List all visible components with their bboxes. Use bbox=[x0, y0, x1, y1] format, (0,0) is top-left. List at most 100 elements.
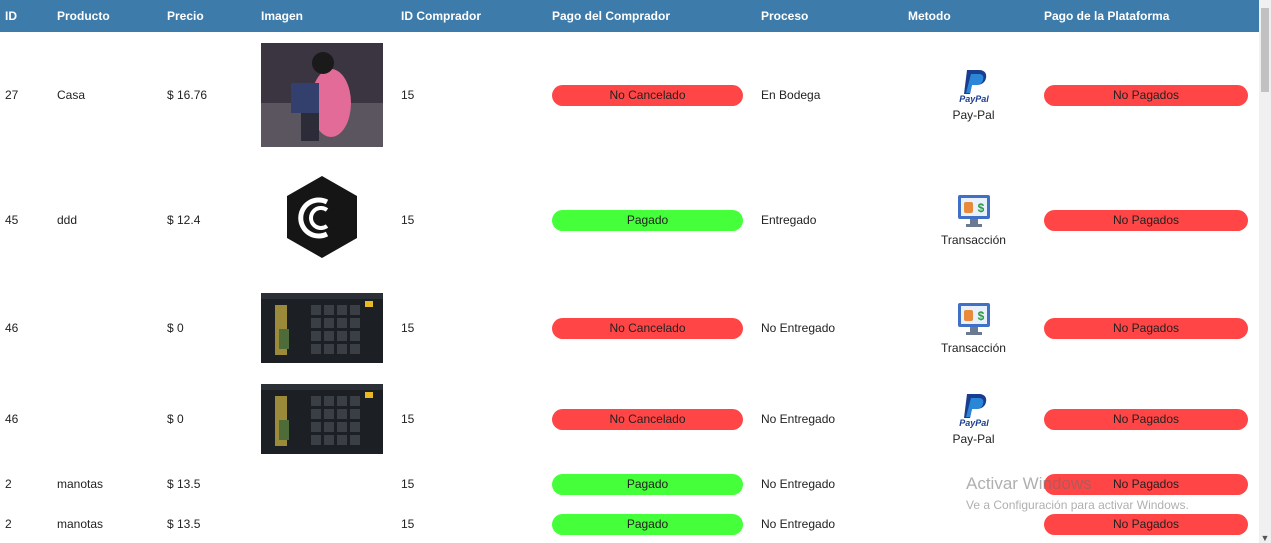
cell-producto: Casa bbox=[57, 88, 86, 102]
cell-proceso: No Entregado bbox=[761, 477, 836, 491]
payment-method-label: Transacción bbox=[941, 341, 1006, 355]
platform-payment-status-badge[interactable]: No Pagados bbox=[1044, 317, 1248, 339]
cell-metodo bbox=[903, 504, 1039, 543]
cell-proceso: Entregado bbox=[761, 213, 817, 227]
table-row[interactable]: 46 $ 0 15 No Cancelado No Entregado $ Transacc… bbox=[0, 282, 1259, 374]
cell-metodo: PayPal Pay-Pal bbox=[903, 374, 1039, 464]
paypal-logo-text: PayPal bbox=[959, 94, 989, 104]
cell-imagen bbox=[256, 158, 396, 282]
product-game-screenshot bbox=[261, 293, 383, 363]
cell-id: 2 bbox=[5, 517, 12, 531]
cell-precio: $ 12.4 bbox=[167, 213, 201, 227]
column-header[interactable]: Metodo bbox=[903, 0, 1039, 32]
column-header[interactable]: Precio bbox=[162, 0, 256, 32]
cell-id-comprador: 15 bbox=[401, 88, 415, 102]
buyer-payment-status-badge[interactable]: Pagado bbox=[552, 209, 743, 231]
table-header-row: ID Producto Precio Imagen ID Comprador P… bbox=[0, 0, 1259, 32]
column-header[interactable]: Pago del Comprador bbox=[547, 0, 756, 32]
cell-precio: $ 16.76 bbox=[167, 88, 208, 102]
cell-precio: $ 13.5 bbox=[167, 477, 201, 491]
buyer-payment-status-badge[interactable]: No Cancelado bbox=[552, 317, 743, 339]
column-header[interactable]: Pago de la Plataforma bbox=[1039, 0, 1259, 32]
transfer-icon: $ bbox=[957, 303, 990, 335]
cell-imagen bbox=[256, 504, 396, 543]
cell-pago-plataforma: No Pagados bbox=[1039, 464, 1259, 504]
cell-producto bbox=[52, 282, 162, 374]
orders-table-container: ID Producto Precio Imagen ID Comprador P… bbox=[0, 0, 1259, 543]
orders-table: ID Producto Precio Imagen ID Comprador P… bbox=[0, 0, 1259, 543]
cell-imagen bbox=[256, 32, 396, 158]
cell-producto: manotas bbox=[57, 517, 104, 531]
cell-precio: $ 0 bbox=[167, 412, 184, 426]
cell-id: 46 bbox=[5, 321, 19, 335]
table-row[interactable]: 27 Casa $ 16.76 15 No Cancelado En Bodega PayP… bbox=[0, 32, 1259, 158]
cell-id: 27 bbox=[5, 88, 19, 102]
platform-payment-status-badge[interactable]: No Pagados bbox=[1044, 84, 1248, 106]
cell-proceso: En Bodega bbox=[761, 88, 821, 102]
cell-id-comprador: 15 bbox=[401, 412, 415, 426]
column-header[interactable]: Imagen bbox=[256, 0, 396, 32]
platform-payment-status-badge[interactable]: No Pagados bbox=[1044, 513, 1248, 535]
cell-metodo bbox=[903, 464, 1039, 504]
cell-pago-plataforma: No Pagados bbox=[1039, 158, 1259, 282]
cell-id-comprador: 15 bbox=[401, 477, 415, 491]
cell-precio: $ 0 bbox=[167, 321, 184, 335]
cell-pago-plataforma: No Pagados bbox=[1039, 504, 1259, 543]
platform-payment-status-badge[interactable]: No Pagados bbox=[1044, 408, 1248, 430]
cell-proceso: No Entregado bbox=[761, 321, 836, 335]
scroll-down-arrow-icon[interactable]: ▼ bbox=[1260, 533, 1270, 543]
cell-pago-comprador: No Cancelado bbox=[547, 374, 756, 464]
svg-text:$: $ bbox=[977, 309, 984, 323]
cell-producto bbox=[52, 374, 162, 464]
product-logo-image bbox=[261, 168, 383, 272]
cell-precio: $ 13.5 bbox=[167, 517, 201, 531]
buyer-payment-status-badge[interactable]: No Cancelado bbox=[552, 84, 743, 106]
payment-method-label: Pay-Pal bbox=[952, 432, 995, 446]
table-row[interactable]: 46 $ 0 15 No Cancelado No Entregado PayPal Pay… bbox=[0, 374, 1259, 464]
buyer-payment-status-badge[interactable]: No Cancelado bbox=[552, 408, 743, 430]
cell-pago-plataforma: No Pagados bbox=[1039, 32, 1259, 158]
cell-imagen bbox=[256, 464, 396, 504]
cell-id-comprador: 15 bbox=[401, 517, 415, 531]
cell-producto: ddd bbox=[57, 213, 78, 227]
cell-metodo: $ Transacción bbox=[903, 282, 1039, 374]
cell-id: 45 bbox=[5, 213, 19, 227]
cell-proceso: No Entregado bbox=[761, 517, 836, 531]
cell-producto: manotas bbox=[57, 477, 104, 491]
cell-pago-plataforma: No Pagados bbox=[1039, 282, 1259, 374]
product-game-screenshot bbox=[261, 384, 383, 454]
scrollbar-thumb[interactable] bbox=[1261, 8, 1269, 92]
cell-id: 2 bbox=[5, 477, 12, 491]
table-row[interactable]: 2 manotas $ 13.5 15 Pagado No Entregado No Pag… bbox=[0, 504, 1259, 543]
cell-pago-comprador: No Cancelado bbox=[547, 32, 756, 158]
buyer-payment-status-badge[interactable]: Pagado bbox=[552, 473, 743, 495]
paypal-logo-text: PayPal bbox=[959, 418, 989, 428]
paypal-icon: PayPal bbox=[959, 70, 989, 104]
product-photo bbox=[261, 43, 383, 147]
table-row[interactable]: 45 ddd $ 12.4 15 Pagado Entregado $ Transacción… bbox=[0, 158, 1259, 282]
payment-method-label: Pay-Pal bbox=[952, 108, 995, 122]
cell-id-comprador: 15 bbox=[401, 321, 415, 335]
cell-pago-comprador: Pagado bbox=[547, 504, 756, 543]
column-header[interactable]: ID bbox=[0, 0, 52, 32]
buyer-payment-status-badge[interactable]: Pagado bbox=[552, 513, 743, 535]
cell-metodo: $ Transacción bbox=[903, 158, 1039, 282]
table-row[interactable]: 2 manotas $ 13.5 15 Pagado No Entregado No Pag… bbox=[0, 464, 1259, 504]
cell-pago-comprador: Pagado bbox=[547, 158, 756, 282]
cell-metodo: PayPal Pay-Pal bbox=[903, 32, 1039, 158]
svg-text:$: $ bbox=[977, 201, 984, 215]
cell-pago-plataforma: No Pagados bbox=[1039, 374, 1259, 464]
cell-id: 46 bbox=[5, 412, 19, 426]
cell-pago-comprador: Pagado bbox=[547, 464, 756, 504]
column-header[interactable]: ID Comprador bbox=[396, 0, 547, 32]
column-header[interactable]: Producto bbox=[52, 0, 162, 32]
cell-pago-comprador: No Cancelado bbox=[547, 282, 756, 374]
transfer-icon: $ bbox=[957, 195, 990, 227]
vertical-scrollbar[interactable]: ▼ bbox=[1259, 0, 1271, 543]
platform-payment-status-badge[interactable]: No Pagados bbox=[1044, 209, 1248, 231]
cell-proceso: No Entregado bbox=[761, 412, 836, 426]
column-header[interactable]: Proceso bbox=[756, 0, 903, 32]
payment-method-label: Transacción bbox=[941, 233, 1006, 247]
platform-payment-status-badge[interactable]: No Pagados bbox=[1044, 473, 1248, 495]
cell-imagen bbox=[256, 282, 396, 374]
